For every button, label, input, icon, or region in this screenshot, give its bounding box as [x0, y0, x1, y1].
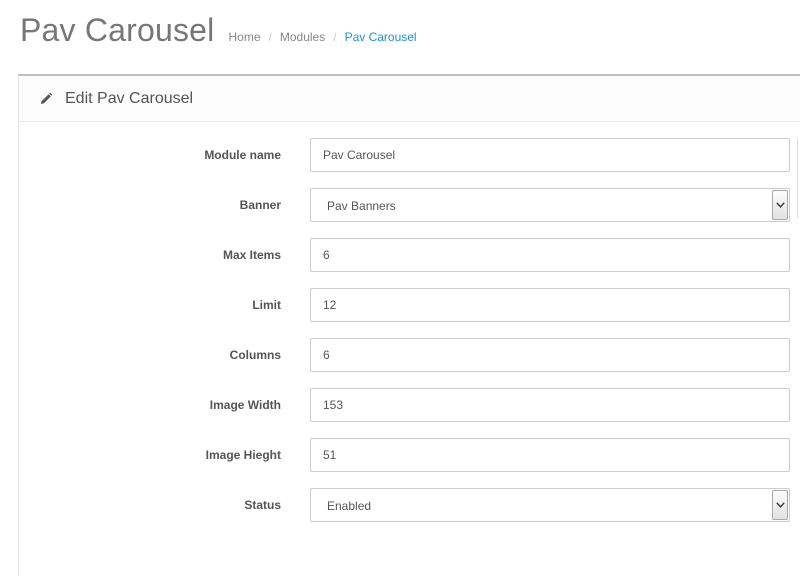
module-name-input[interactable]: Pav Carousel	[310, 138, 790, 172]
limit-input[interactable]: 12	[310, 288, 790, 322]
panel-title: Edit Pav Carousel	[65, 89, 194, 107]
form-row-image-width: Image Width 153	[19, 388, 800, 424]
form-row-status: Status Enabled	[19, 488, 800, 524]
chevron-down-icon[interactable]	[772, 490, 788, 520]
form-row-limit: Limit 12	[19, 288, 800, 324]
image-width-input[interactable]: 153	[310, 388, 790, 422]
image-height-label: Image Hieght	[205, 448, 281, 462]
edit-panel: Edit Pav Carousel Module name Pav Carous…	[18, 74, 800, 576]
form-row-max-items: Max Items 6	[19, 238, 800, 274]
form-row-columns: Columns 6	[19, 338, 800, 374]
image-height-input[interactable]: 51	[310, 438, 790, 472]
breadcrumb-separator: /	[333, 30, 337, 44]
page-title: Pav Carousel	[20, 12, 215, 48]
columns-label: Columns	[229, 348, 281, 362]
image-width-label: Image Width	[209, 398, 281, 412]
limit-label: Limit	[252, 298, 281, 312]
breadcrumb: Home / Modules / Pav Carousel	[229, 30, 417, 44]
breadcrumb-separator: /	[268, 30, 272, 44]
banner-select[interactable]: Pav Banners	[310, 188, 790, 222]
breadcrumb-home[interactable]: Home	[229, 30, 261, 44]
banner-label: Banner	[239, 198, 281, 212]
status-select-value: Enabled	[327, 499, 372, 513]
breadcrumb-current[interactable]: Pav Carousel	[345, 30, 417, 44]
status-label: Status	[244, 498, 281, 512]
form-row-image-height: Image Hieght 51	[19, 438, 800, 474]
chevron-down-icon[interactable]	[772, 190, 788, 220]
status-select[interactable]: Enabled	[310, 488, 790, 522]
pencil-icon	[39, 92, 53, 106]
columns-input[interactable]: 6	[310, 338, 790, 372]
max-items-label: Max Items	[222, 248, 281, 262]
max-items-input[interactable]: 6	[310, 238, 790, 272]
panel-heading: Edit Pav Carousel	[19, 76, 800, 122]
form-row-module-name: Module name Pav Carousel	[19, 138, 800, 174]
banner-select-value: Pav Banners	[327, 199, 396, 213]
module-name-label: Module name	[204, 148, 281, 162]
form-row-banner: Banner Pav Banners	[19, 188, 800, 224]
breadcrumb-modules[interactable]: Modules	[280, 30, 325, 44]
page-header: Pav Carousel Home / Modules / Pav Carous…	[20, 8, 417, 58]
